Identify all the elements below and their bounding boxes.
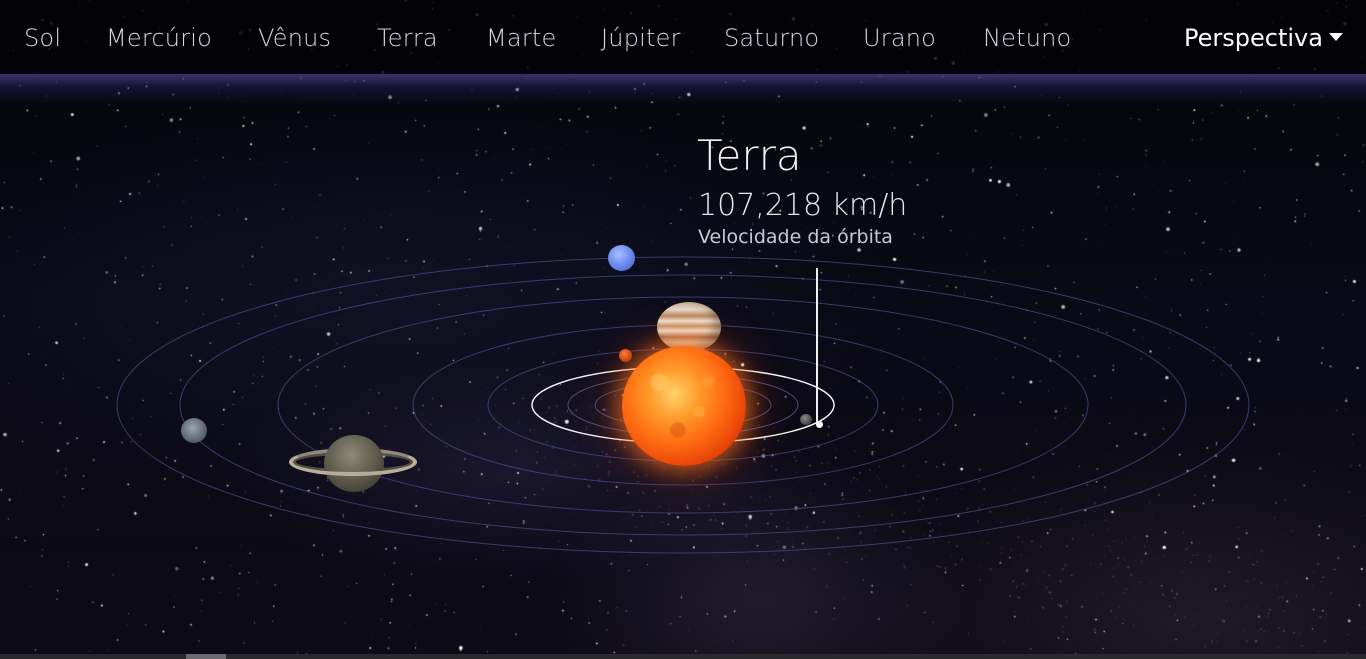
- nav-item-sol[interactable]: Sol: [24, 22, 61, 54]
- planet-urano[interactable]: [181, 418, 207, 443]
- scrollbar-thumb[interactable]: [186, 654, 226, 659]
- planet-name-heading: Terra: [697, 131, 802, 180]
- planet-mercurio[interactable]: [800, 414, 812, 425]
- nav-item-marte[interactable]: Marte: [486, 22, 556, 54]
- perspective-dropdown[interactable]: Perspectiva: [1184, 22, 1343, 54]
- orbital-speed-value: 107,218 km/h: [698, 188, 908, 223]
- saturn-ring-front[interactable]: [289, 448, 417, 476]
- sun[interactable]: [622, 346, 746, 466]
- nav-item-venus[interactable]: Vênus: [258, 22, 331, 54]
- nav-item-jupiter[interactable]: Júpiter: [601, 22, 681, 54]
- nav-item-mercurio[interactable]: Mercúrio: [106, 22, 212, 54]
- solar-system-scene[interactable]: Sol Mercúrio Vênus Terra Marte Júpiter S…: [0, 0, 1366, 659]
- planet-jupiter[interactable]: [657, 302, 721, 352]
- orbital-speed-caption: Velocidade da órbita: [698, 226, 893, 248]
- caret-down-icon: [1328, 33, 1343, 41]
- selection-pointer-line: [816, 268, 818, 424]
- horizontal-scrollbar[interactable]: [0, 654, 1366, 659]
- perspective-label: Perspectiva: [1184, 24, 1323, 52]
- planet-netuno[interactable]: [608, 245, 635, 271]
- nav-item-netuno[interactable]: Netuno: [983, 22, 1071, 54]
- nav-item-urano[interactable]: Urano: [863, 22, 936, 54]
- nav-item-terra[interactable]: Terra: [377, 22, 438, 54]
- planet-marte[interactable]: [619, 349, 632, 362]
- sun-surface: [622, 346, 746, 466]
- nav-item-saturno[interactable]: Saturno: [724, 22, 819, 54]
- navbar-glow: [0, 74, 1366, 106]
- planet-terra-selected[interactable]: [816, 421, 823, 428]
